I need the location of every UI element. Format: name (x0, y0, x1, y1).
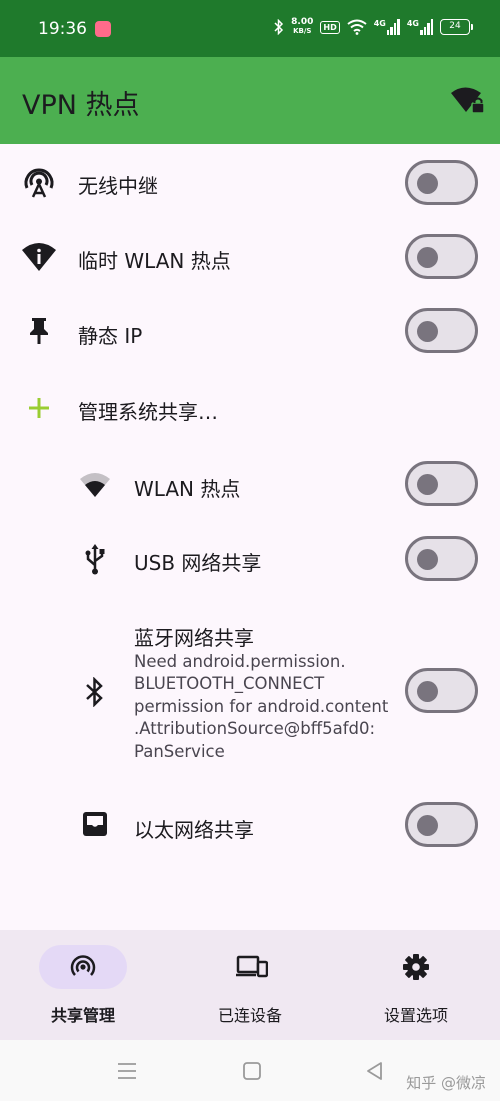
devices-icon (236, 953, 269, 981)
network-speed-value: 8.00 (291, 17, 314, 27)
wifi-lock-icon[interactable] (449, 84, 487, 116)
wifi-tethering-icon (21, 165, 57, 201)
battery-icon: 24 (440, 19, 473, 35)
network-speed: 8.00 KB/S (291, 18, 313, 36)
bottom-navigation: 共享管理 已连设备 设置选项 (0, 930, 500, 1040)
page-title: VPN 热点 (22, 90, 140, 121)
back-icon[interactable] (365, 1061, 383, 1085)
app-notification-icon (95, 21, 111, 37)
static-ip-toggle[interactable] (405, 308, 478, 353)
nav-label-sharing: 共享管理 (50, 1006, 115, 1025)
wifi-icon (77, 467, 113, 503)
status-indicators: 8.00 KB/S HD 4G 4G 24 (274, 18, 473, 36)
toggle-thumb (417, 549, 438, 570)
signal-2: 4G (407, 19, 433, 35)
bluetooth-label: 蓝牙网络共享 (134, 626, 254, 650)
repeater-label: 无线中继 (78, 174, 158, 198)
system-navigation-bar: 知乎 @微凉 (0, 1040, 500, 1101)
nav-item-sharing[interactable]: 共享管理 (0, 930, 166, 1040)
network-speed-unit: KB/S (293, 27, 312, 35)
ethernet-icon (77, 806, 113, 842)
bluetooth-status-icon (274, 19, 284, 35)
network-type-2: 4G (406, 19, 419, 28)
ethernet-label: 以太网络共享 (134, 818, 254, 842)
static-ip-label: 静态 IP (78, 324, 143, 348)
bluetooth-desc-line-5: PanService (134, 742, 225, 761)
usb-label: USB 网络共享 (134, 551, 262, 575)
bluetooth-toggle[interactable] (405, 668, 478, 713)
nav-item-devices[interactable]: 已连设备 (167, 930, 333, 1040)
signal-1: 4G (374, 19, 400, 35)
gear-icon (402, 953, 430, 981)
manage-sharing-label: 管理系统共享… (78, 400, 218, 424)
pin-icon (21, 313, 57, 349)
status-time: 19:36 (38, 19, 87, 39)
wifi-status-icon (347, 19, 367, 35)
network-type-1: 4G (373, 19, 386, 28)
hd-voice-icon: HD (320, 20, 340, 34)
toggle-thumb (417, 321, 438, 342)
toggle-thumb (417, 173, 438, 194)
tethering-icon (69, 953, 97, 981)
toggle-thumb (417, 681, 438, 702)
usb-icon (77, 541, 113, 577)
wifi-info-icon (21, 239, 57, 275)
app-bar: VPN 热点 (0, 57, 500, 144)
plus-icon (21, 390, 57, 426)
toggle-thumb (417, 474, 438, 495)
toggle-thumb (417, 247, 438, 268)
temp-hotspot-label: 临时 WLAN 热点 (78, 249, 231, 273)
nav-label-devices: 已连设备 (217, 1006, 282, 1025)
temp-hotspot-toggle[interactable] (405, 234, 478, 279)
wlan-hotspot-label: WLAN 热点 (134, 477, 241, 501)
nav-item-settings[interactable]: 设置选项 (333, 930, 499, 1040)
usb-toggle[interactable] (405, 536, 478, 581)
ethernet-toggle[interactable] (405, 802, 478, 847)
toggle-thumb (417, 815, 438, 836)
watermark: 知乎 @微凉 (406, 1074, 486, 1092)
bluetooth-desc-line-3: permission for android.content (134, 697, 389, 716)
bluetooth-icon (77, 674, 113, 710)
home-icon[interactable] (242, 1061, 262, 1085)
bluetooth-desc-line-2: BLUETOOTH_CONNECT (134, 674, 325, 693)
bluetooth-desc-line-1: Need android.permission. (134, 652, 346, 671)
repeater-toggle[interactable] (405, 160, 478, 205)
wlan-hotspot-toggle[interactable] (405, 461, 478, 506)
menu-icon[interactable] (117, 1062, 137, 1084)
nav-label-settings: 设置选项 (383, 1006, 448, 1025)
bluetooth-desc-line-4: .AttributionSource@bff5afd0: (134, 719, 376, 738)
status-bar: 19:36 8.00 KB/S HD 4G 4G 24 (0, 0, 500, 57)
